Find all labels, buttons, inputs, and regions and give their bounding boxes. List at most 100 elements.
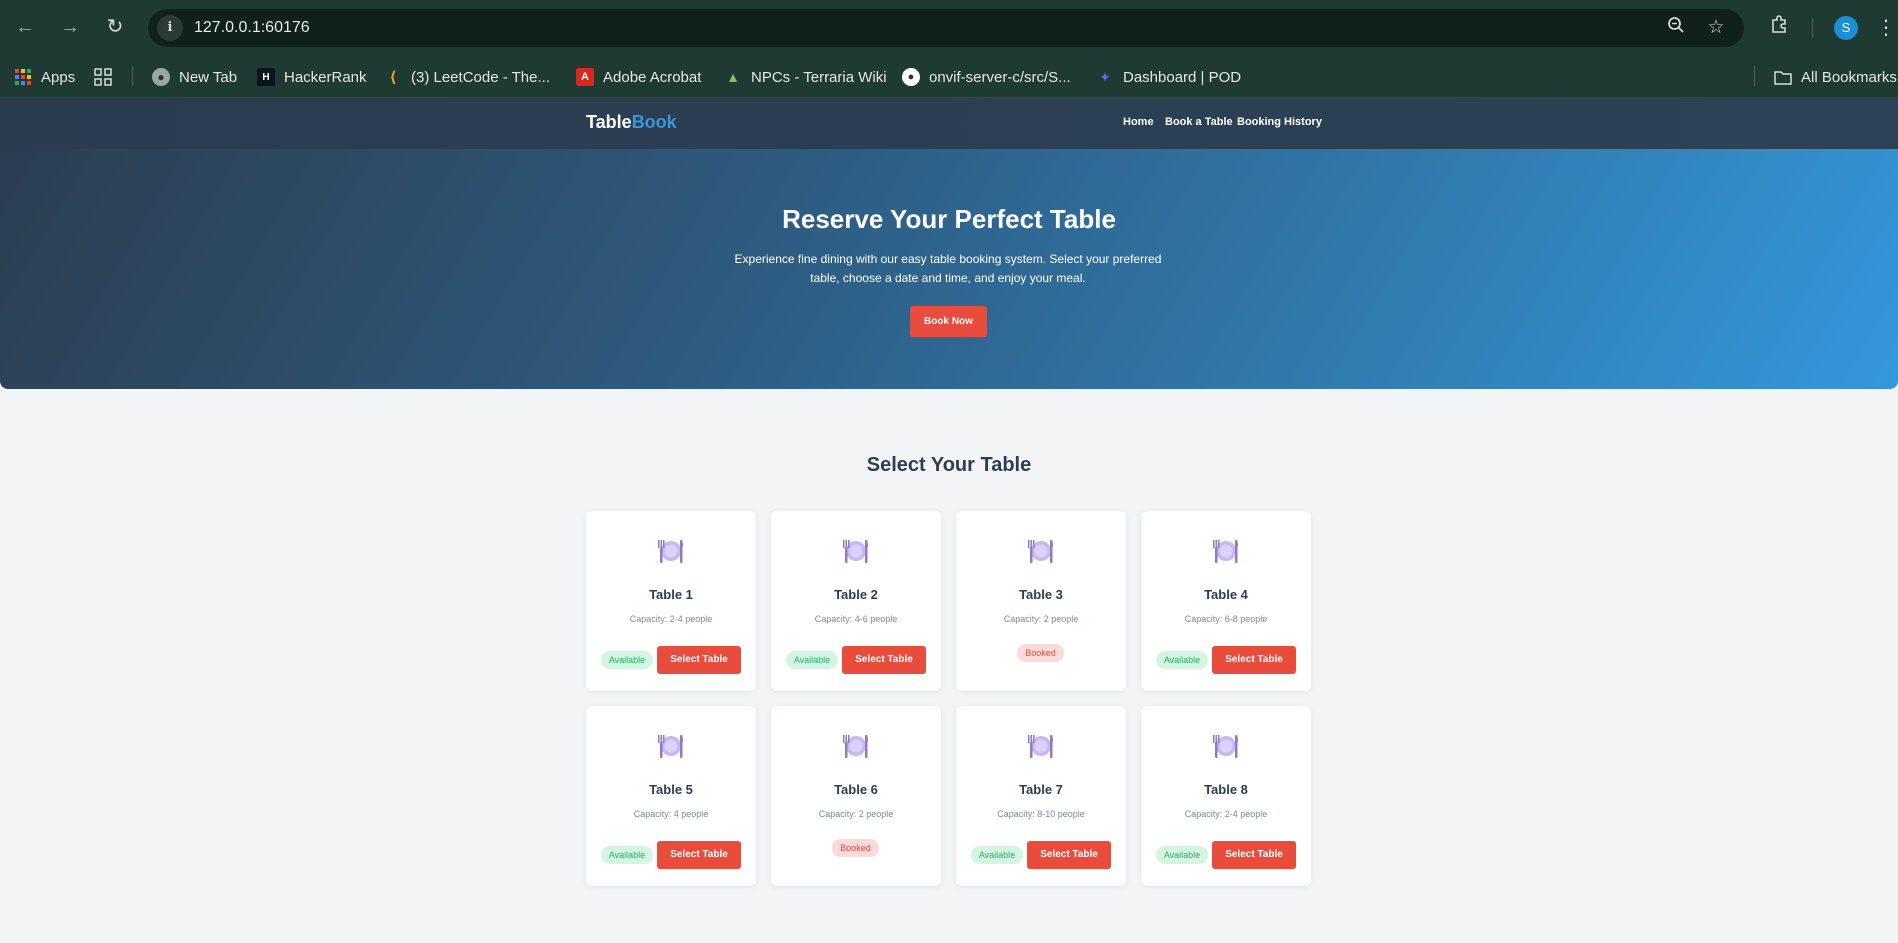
select-table-button[interactable]: Select Table (657, 646, 741, 674)
browser-toolbar: ← → ↻ i 127.0.0.1:60176 ☆ S ⋮ (0, 0, 1898, 56)
dining-plate-icon (1025, 537, 1057, 565)
profile-avatar[interactable]: S (1834, 16, 1858, 40)
bookmark-label: All Bookmarks (1801, 68, 1897, 86)
hero-title: Reserve Your Perfect Table (782, 204, 1116, 234)
bookmark-label: Apps (41, 68, 76, 86)
section-title: Select Your Table (866, 454, 1032, 476)
select-table-button[interactable]: Select Table (657, 841, 741, 869)
all-bookmarks[interactable]: All Bookmarks (1774, 65, 1897, 89)
logo-text: Table (586, 112, 632, 132)
table-name: Table 7 (1019, 782, 1063, 797)
site-logo[interactable]: TableBook (586, 112, 677, 133)
dining-plate-icon (655, 732, 687, 760)
bookmark-leetcode[interactable]: ⟨ (3) LeetCode - The... (384, 65, 550, 89)
dining-plate-icon (1025, 732, 1057, 760)
github-icon: ● (902, 68, 920, 86)
pod-icon: ✦ (1099, 68, 1111, 85)
table-card: Table 7 Capacity: 8-10 people Available Sel… (956, 706, 1126, 886)
status-badge-available: Available (971, 846, 1023, 864)
bookmark-hackerrank[interactable]: H HackerRank (257, 65, 367, 89)
bookmark-label: Dashboard | POD (1123, 68, 1242, 86)
bookmark-star-icon[interactable]: ☆ (1704, 16, 1728, 40)
bookmark-label: NPCs - Terraria Wiki (751, 68, 887, 86)
bookmark-github[interactable]: ● onvif-server-c/src/S... (902, 65, 1071, 89)
bookmark-label: (3) LeetCode - The... (411, 68, 550, 86)
hero-section: Reserve Your Perfect Table Experience fi… (0, 149, 1898, 389)
extensions-icon[interactable] (1765, 14, 1793, 42)
dining-plate-icon (840, 537, 872, 565)
table-capacity: Capacity: 2-4 people (629, 614, 713, 624)
table-capacity: Capacity: 8-10 people (997, 809, 1085, 819)
select-table-button[interactable]: Select Table (1212, 841, 1296, 869)
tab-groups-icon[interactable] (94, 65, 112, 89)
dining-plate-icon (655, 537, 687, 565)
bookmark-label: Adobe Acrobat (603, 68, 702, 86)
bookmarks-divider (132, 66, 133, 86)
url-text[interactable]: 127.0.0.1:60176 (194, 19, 310, 37)
status-badge-available: Available (601, 846, 653, 864)
table-card: Table 8 Capacity: 2-4 people Available Sele… (1141, 706, 1311, 886)
table-name: Table 8 (1204, 782, 1248, 797)
status-badge-available: Available (786, 651, 838, 669)
table-card: Table 1 Capacity: 2-4 people Available Sele… (586, 511, 756, 691)
dining-plate-icon (1210, 537, 1242, 565)
hero-description: Experience fine dining with our easy tab… (734, 252, 1162, 285)
table-capacity: Capacity: 2 people (1003, 614, 1079, 624)
table-name: Table 2 (834, 587, 878, 602)
bookmark-adobe-acrobat[interactable]: A Adobe Acrobat (576, 65, 701, 89)
table-name: Table 3 (1019, 587, 1063, 602)
bookmark-new-tab[interactable]: ● New Tab (152, 65, 237, 89)
bookmark-apps[interactable]: Apps (14, 65, 75, 89)
nav-home[interactable]: Home (1123, 116, 1154, 128)
folder-icon (1774, 68, 1792, 86)
status-badge-available: Available (1156, 651, 1208, 669)
bookmarks-divider (1754, 66, 1755, 86)
table-name: Table 4 (1204, 587, 1248, 602)
dining-plate-icon (840, 732, 872, 760)
reload-icon[interactable]: ↻ (102, 14, 128, 40)
table-card: Table 6 Capacity: 2 people Booked (771, 706, 941, 886)
hackerrank-icon: H (257, 68, 275, 86)
logo-accent-text: Book (631, 112, 677, 132)
bookmarks-bar: Apps ● New Tab H HackerRank ⟨ (3) LeetCo… (0, 56, 1898, 98)
nav-book-a-table[interactable]: Book a Table (1165, 116, 1233, 128)
nav-booking-history[interactable]: Booking History (1237, 116, 1322, 128)
table-capacity: Capacity: 2-4 people (1184, 809, 1268, 819)
status-badge-booked: Booked (1017, 644, 1064, 662)
table-name: Table 1 (649, 587, 693, 602)
address-bar[interactable]: i 127.0.0.1:60176 ☆ (148, 9, 1744, 47)
apps-grid-icon (14, 68, 32, 86)
acrobat-icon: A (576, 68, 594, 86)
select-table-button[interactable]: Select Table (1027, 841, 1111, 869)
back-icon[interactable]: ← (12, 14, 38, 40)
table-card: Table 3 Capacity: 2 people Booked (956, 511, 1126, 691)
select-table-button[interactable]: Select Table (1212, 646, 1296, 674)
status-badge-available: Available (1156, 846, 1208, 864)
bookmark-label: onvif-server-c/src/S... (929, 68, 1071, 86)
select-table-button[interactable]: Select Table (842, 646, 926, 674)
table-card: Table 5 Capacity: 4 people Available Select… (586, 706, 756, 886)
bookmark-label: New Tab (179, 68, 238, 86)
globe-icon: ● (152, 68, 170, 86)
table-capacity: Capacity: 6-8 people (1184, 614, 1268, 624)
leetcode-icon: ⟨ (389, 69, 397, 86)
table-name: Table 5 (649, 782, 693, 797)
table-name: Table 6 (834, 782, 878, 797)
table-capacity: Capacity: 4-6 people (814, 614, 898, 624)
menu-icon[interactable]: ⋮ (1876, 14, 1896, 42)
forward-icon[interactable]: → (57, 14, 83, 40)
bookmark-label: HackerRank (284, 68, 367, 86)
site-header: TableBook Home Book a Table Booking Hist… (0, 98, 1898, 149)
toolbar-divider (1812, 18, 1813, 38)
table-capacity: Capacity: 4 people (633, 809, 709, 819)
table-capacity: Capacity: 2 people (818, 809, 894, 819)
table-card: Table 2 Capacity: 4-6 people Available Sele… (771, 511, 941, 691)
table-card: Table 4 Capacity: 6-8 people Available Sele… (1141, 511, 1311, 691)
zoom-icon[interactable] (1664, 16, 1688, 40)
bookmark-terraria[interactable]: ▲ NPCs - Terraria Wiki (724, 65, 887, 89)
terraria-icon: ▲ (726, 69, 740, 85)
site-info-icon[interactable]: i (157, 15, 183, 41)
status-badge-booked: Booked (832, 839, 879, 857)
book-now-button[interactable]: Book Now (910, 306, 987, 337)
bookmark-dashboard-pod[interactable]: ✦ Dashboard | POD (1096, 65, 1241, 89)
